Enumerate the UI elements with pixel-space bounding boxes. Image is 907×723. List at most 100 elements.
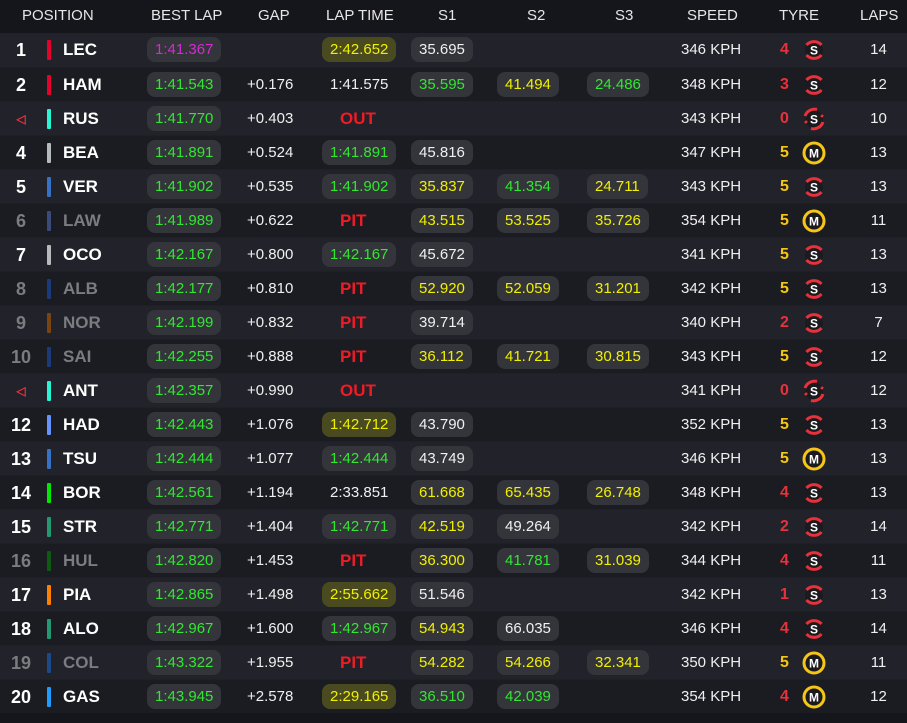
tyre-age: 5 — [780, 178, 789, 195]
driver-rows: 1 LEC 1:41.367 2:42.652 35.695 346 KPH 4 S 14 2 HA… — [0, 33, 907, 713]
driver-code[interactable]: ANT — [63, 374, 98, 408]
tyre-compound-label: S — [810, 385, 818, 399]
tyre-compound-label: M — [809, 453, 819, 467]
best-lap-time: 1:41.891 — [147, 140, 222, 165]
table-row[interactable]: 12 HAD 1:42.443 +1.076 1:42.712 43.790 352 KPH… — [0, 407, 907, 441]
driver-code[interactable]: BOR — [63, 476, 101, 510]
sector-1-time: 51.546 — [411, 582, 473, 607]
table-row[interactable]: 9 NOR 1:42.199 +0.832 PIT 39.714 340 KPH 2 S 7 — [0, 305, 907, 339]
table-row[interactable]: 10 SAI 1:42.255 +0.888 PIT 36.112 41.721 30.815… — [0, 339, 907, 373]
laps-count: 12 — [870, 76, 887, 93]
driver-code[interactable]: HAM — [63, 68, 102, 102]
sector-2-time: 42.039 — [497, 684, 559, 709]
gap-value: +1.453 — [247, 552, 294, 569]
header-s1[interactable]: S1 — [438, 7, 456, 24]
soft-tyre-icon: S — [802, 175, 826, 199]
soft-tyre-icon: S — [802, 107, 826, 131]
position-number: 17 — [10, 585, 32, 605]
laps-count: 13 — [870, 484, 887, 501]
driver-code[interactable]: LEC — [63, 33, 97, 67]
table-row[interactable]: 5 VER 1:41.902 +0.535 1:41.902 35.837 41.354 24… — [0, 169, 907, 203]
driver-code[interactable]: STR — [63, 510, 97, 544]
table-row[interactable]: 13 TSU 1:42.444 +1.077 1:42.444 43.749 346 KPH… — [0, 441, 907, 475]
driver-code[interactable]: HAD — [63, 408, 100, 442]
header-laps[interactable]: LAPS — [860, 7, 898, 24]
gap-value: +1.077 — [247, 450, 294, 467]
table-row[interactable]: 4 BEA 1:41.891 +0.524 1:41.891 45.816 347 KPH 5… — [0, 135, 907, 169]
sector-3-time: 26.748 — [587, 480, 649, 505]
lap-time: 1:42.167 — [322, 242, 397, 267]
driver-code[interactable]: TSU — [63, 442, 97, 476]
table-row[interactable]: 20 GAS 1:43.945 +2.578 2:29.165 36.510 42.039 3… — [0, 679, 907, 713]
lap-time: 1:41.575 — [330, 76, 389, 93]
header-best-lap[interactable]: BEST LAP — [151, 7, 222, 24]
tyre-age: 2 — [780, 518, 789, 535]
header-gap[interactable]: GAP — [258, 7, 290, 24]
header-speed[interactable]: SPEED — [687, 7, 738, 24]
team-color-bar — [47, 347, 51, 367]
sector-3-time: 24.711 — [587, 174, 648, 199]
driver-code[interactable]: PIA — [63, 578, 91, 612]
sector-1-time: 36.300 — [411, 548, 473, 573]
table-row[interactable]: 8 ALB 1:42.177 +0.810 PIT 52.920 52.059 31.201 3… — [0, 271, 907, 305]
driver-code[interactable]: HUL — [63, 544, 98, 578]
sector-1-time: 45.672 — [411, 242, 473, 267]
position-number: 12 — [10, 415, 32, 435]
tyre-compound-label: M — [809, 691, 819, 705]
header-position[interactable]: POSITION — [22, 7, 94, 24]
header-tyre[interactable]: TYRE — [779, 7, 819, 24]
team-color-bar — [47, 279, 51, 299]
table-row[interactable]: 18 ALO 1:42.967 +1.600 1:42.967 54.943 66.035 3… — [0, 611, 907, 645]
tyre-age: 5 — [780, 144, 789, 161]
header-s2[interactable]: S2 — [527, 7, 545, 24]
table-row[interactable]: ◁ ANT 1:42.357 +0.990 OUT 341 KPH 0 S 12 — [0, 373, 907, 407]
lap-time: 2:29.165 — [322, 684, 397, 709]
best-lap-time: 1:42.820 — [147, 548, 222, 573]
driver-code[interactable]: COL — [63, 646, 99, 680]
table-row[interactable]: 1 LEC 1:41.367 2:42.652 35.695 346 KPH 4 S 14 — [0, 33, 907, 67]
table-row[interactable]: 17 PIA 1:42.865 +1.498 2:55.662 51.546 342 KPH… — [0, 577, 907, 611]
medium-tyre-icon: M — [802, 651, 826, 675]
table-row[interactable]: 14 BOR 1:42.561 +1.194 2:33.851 61.668 65.435 2… — [0, 475, 907, 509]
table-row[interactable]: 19 COL 1:43.322 +1.955 PIT 54.282 54.266 32.341… — [0, 645, 907, 679]
table-row[interactable]: 2 HAM 1:41.543 +0.176 1:41.575 35.595 41.494 24… — [0, 67, 907, 101]
table-row[interactable]: ◁ RUS 1:41.770 +0.403 OUT 343 KPH 0 S 10 — [0, 101, 907, 135]
speed-value: 342 KPH — [681, 280, 742, 297]
team-color-bar — [47, 653, 51, 673]
soft-tyre-icon: S — [802, 277, 826, 301]
driver-code[interactable]: ALB — [63, 272, 98, 306]
best-lap-time: 1:42.771 — [147, 514, 222, 539]
team-color-bar — [47, 245, 51, 265]
tyre-compound-label: S — [810, 317, 818, 331]
team-color-bar — [47, 381, 51, 401]
gap-value: +0.622 — [247, 212, 294, 229]
tyre-age: 4 — [780, 484, 789, 501]
position-number: 10 — [10, 347, 32, 367]
driver-code[interactable]: VER — [63, 170, 98, 204]
header-lap-time[interactable]: LAP TIME — [326, 7, 394, 24]
best-lap-time: 1:43.322 — [147, 650, 222, 675]
driver-code[interactable]: NOR — [63, 306, 101, 340]
team-color-bar — [47, 483, 51, 503]
driver-code[interactable]: BEA — [63, 136, 99, 170]
soft-tyre-icon: S — [802, 481, 826, 505]
laps-count: 14 — [870, 41, 887, 58]
table-row[interactable]: 6 LAW 1:41.989 +0.622 PIT 43.515 53.525 35.726 3… — [0, 203, 907, 237]
sector-1-time: 35.595 — [411, 72, 473, 97]
position-number: ◁ — [16, 112, 26, 126]
header-s3[interactable]: S3 — [615, 7, 633, 24]
tyre-compound-label: M — [809, 147, 819, 161]
driver-code[interactable]: GAS — [63, 680, 100, 714]
laps-count: 14 — [870, 518, 887, 535]
driver-code[interactable]: RUS — [63, 102, 99, 136]
table-row[interactable]: 16 HUL 1:42.820 +1.453 PIT 36.300 41.781 31.039… — [0, 543, 907, 577]
driver-code[interactable]: OCO — [63, 238, 102, 272]
driver-code[interactable]: SAI — [63, 340, 91, 374]
driver-code[interactable]: LAW — [63, 204, 101, 238]
gap-value: +0.800 — [247, 246, 294, 263]
soft-tyre-icon: S — [802, 413, 826, 437]
driver-code[interactable]: ALO — [63, 612, 99, 646]
table-row[interactable]: 15 STR 1:42.771 +1.404 1:42.771 42.519 49.264 3… — [0, 509, 907, 543]
tyre-compound-label: S — [810, 249, 818, 263]
table-row[interactable]: 7 OCO 1:42.167 +0.800 1:42.167 45.672 341 KPH 5… — [0, 237, 907, 271]
